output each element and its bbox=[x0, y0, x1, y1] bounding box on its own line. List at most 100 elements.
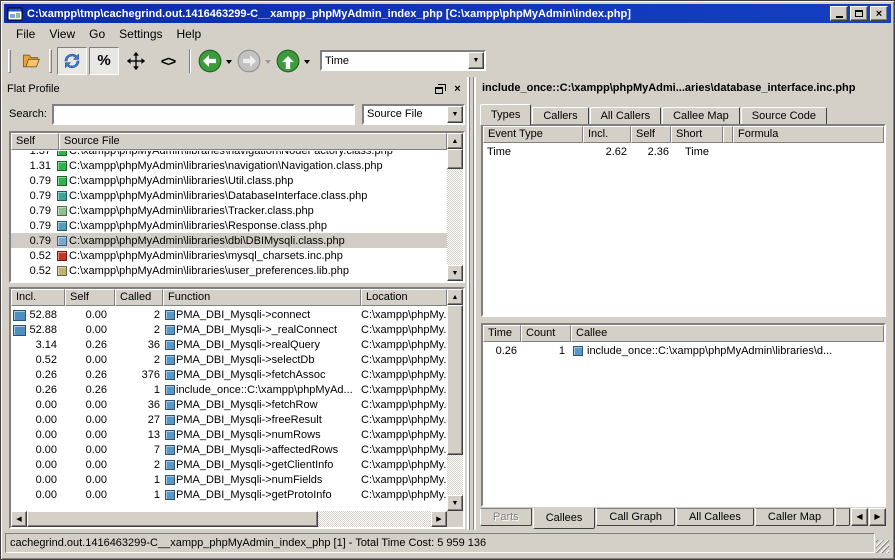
column-header-source-file[interactable]: Source File bbox=[59, 133, 447, 150]
function-name-cell: PMA_DBI_Mysqli->_realConnect bbox=[163, 324, 361, 336]
close-button[interactable]: × bbox=[870, 6, 888, 21]
tab-all-callees[interactable]: All Callees bbox=[676, 508, 754, 526]
column-header-incl[interactable]: Incl. bbox=[583, 126, 631, 143]
source-list-vscrollbar[interactable]: ▲ ▼ bbox=[447, 133, 463, 281]
column-header-location[interactable]: Location bbox=[361, 289, 447, 306]
source-file-row[interactable]: 0.79C:\xampp\phpMyAdmin\libraries\Respon… bbox=[11, 218, 447, 233]
tab-machine[interactable]: Machine bbox=[835, 508, 850, 526]
function-row[interactable]: 0.000.002PMA_DBI_Mysqli->getClientInfoC:… bbox=[11, 457, 447, 472]
scroll-up-icon[interactable]: ▲ bbox=[447, 133, 463, 149]
scroll-down-icon[interactable]: ▼ bbox=[447, 495, 463, 511]
scroll-left-icon[interactable]: ◀ bbox=[11, 511, 27, 527]
function-row[interactable]: 0.000.0027PMA_DBI_Mysqli->freeResultC:\x… bbox=[11, 412, 447, 427]
callee-row[interactable]: 0.261include_once::C:\xampp\phpMyAdmin\l… bbox=[483, 343, 884, 359]
tab-callers[interactable]: Callers bbox=[532, 107, 588, 125]
column-header-incl[interactable]: Incl. bbox=[11, 289, 65, 306]
resize-grip-icon[interactable] bbox=[876, 540, 889, 553]
function-row[interactable]: 0.000.0036PMA_DBI_Mysqli->fetchRowC:\xam… bbox=[11, 397, 447, 412]
reload-button[interactable] bbox=[57, 47, 87, 75]
function-table-hscrollbar[interactable]: ◀ ▶ bbox=[11, 511, 447, 527]
menu-settings[interactable]: Settings bbox=[113, 25, 168, 43]
back-button[interactable] bbox=[197, 48, 223, 74]
panel-splitter[interactable] bbox=[467, 77, 476, 530]
source-file-row[interactable]: 0.79C:\xampp\phpMyAdmin\libraries\Util.c… bbox=[11, 173, 447, 188]
function-name-cell: PMA_DBI_Mysqli->realQuery bbox=[163, 339, 361, 351]
group-by-select[interactable]: Source File ▼ bbox=[362, 104, 465, 125]
scroll-track[interactable] bbox=[447, 305, 463, 495]
function-row[interactable]: 0.000.001PMA_DBI_Mysqli->getProtoInfoC:\… bbox=[11, 487, 447, 502]
menu-help[interactable]: Help bbox=[171, 25, 208, 43]
tab-scroll-left-icon[interactable]: ◀ bbox=[851, 508, 868, 526]
source-file-row[interactable]: 0.79C:\xampp\phpMyAdmin\libraries\Databa… bbox=[11, 188, 447, 203]
tab-callee-map[interactable]: Callee Map bbox=[662, 107, 740, 125]
group-by-dropdown-icon[interactable]: ▼ bbox=[447, 106, 463, 123]
tab-caller-map[interactable]: Caller Map bbox=[755, 508, 834, 526]
column-header-self[interactable]: Self bbox=[631, 126, 671, 143]
menu-go[interactable]: Go bbox=[83, 25, 111, 43]
tab-callees[interactable]: Callees bbox=[533, 508, 596, 529]
dock-header: Flat Profile × bbox=[7, 80, 465, 98]
scroll-thumb[interactable] bbox=[27, 511, 318, 527]
source-file-row[interactable]: 0.52C:\xampp\phpMyAdmin\libraries\user_p… bbox=[11, 263, 447, 278]
source-file-row[interactable]: 1.37C:\xampp\phpMyAdmin\libraries\naviga… bbox=[11, 151, 447, 158]
back-dropdown-icon[interactable] bbox=[226, 60, 232, 67]
tab-types[interactable]: Types bbox=[480, 104, 531, 125]
function-row[interactable]: 3.140.2636PMA_DBI_Mysqli->realQueryC:\xa… bbox=[11, 337, 447, 352]
scroll-down-icon[interactable]: ▼ bbox=[447, 265, 463, 281]
scroll-up-icon[interactable]: ▲ bbox=[447, 289, 463, 305]
scroll-right-icon[interactable]: ▶ bbox=[431, 511, 447, 527]
minimize-button[interactable] bbox=[830, 6, 848, 21]
search-input[interactable] bbox=[52, 104, 355, 125]
tab-scroll-right-icon[interactable]: ▶ bbox=[869, 508, 886, 526]
dock-float-button[interactable] bbox=[432, 82, 447, 96]
toolbar-handle[interactable] bbox=[8, 49, 11, 73]
title-bar[interactable]: C:\xampp\tmp\cachegrind.out.1416463299-C… bbox=[4, 4, 891, 23]
toolbar-handle-2[interactable] bbox=[49, 49, 52, 73]
function-row[interactable]: 0.260.261include_once::C:\xampp\phpMyAd.… bbox=[11, 382, 447, 397]
column-header-formula[interactable]: Formula bbox=[733, 126, 884, 143]
source-file-row[interactable]: 1.31C:\xampp\phpMyAdmin\libraries\naviga… bbox=[11, 158, 447, 173]
dock-close-button[interactable]: × bbox=[450, 82, 465, 96]
scroll-thumb[interactable] bbox=[447, 305, 463, 455]
function-row[interactable]: 0.000.0013PMA_DBI_Mysqli->numRowsC:\xamp… bbox=[11, 427, 447, 442]
source-file-row[interactable]: 0.52C:\xampp\phpMyAdmin\libraries\mysql_… bbox=[11, 248, 447, 263]
event-type-select[interactable]: Time ▼ bbox=[320, 50, 486, 71]
column-header-self[interactable]: Self bbox=[11, 133, 59, 150]
maximize-button[interactable] bbox=[850, 6, 868, 21]
percent-toggle-button[interactable]: % bbox=[89, 47, 119, 75]
column-header-spacer bbox=[723, 126, 733, 143]
up-dropdown-icon[interactable] bbox=[304, 60, 310, 67]
column-header-called[interactable]: Called bbox=[115, 289, 163, 306]
event-type-dropdown-icon[interactable]: ▼ bbox=[468, 52, 484, 69]
scroll-track[interactable] bbox=[447, 149, 463, 265]
scroll-thumb[interactable] bbox=[447, 149, 463, 169]
source-file-row[interactable]: 0.79C:\xampp\phpMyAdmin\libraries\Tracke… bbox=[11, 203, 447, 218]
open-file-button[interactable] bbox=[16, 47, 46, 75]
up-button[interactable] bbox=[275, 48, 301, 74]
function-table-vscrollbar[interactable]: ▲ ▼ bbox=[447, 289, 463, 511]
function-row[interactable]: 0.000.001PMA_DBI_Mysqli->numFieldsC:\xam… bbox=[11, 472, 447, 487]
function-row[interactable]: 0.520.002PMA_DBI_Mysqli->selectDbC:\xamp… bbox=[11, 352, 447, 367]
event-type-row[interactable]: Time2.622.36Time bbox=[483, 144, 884, 159]
source-file-row[interactable]: 0.79C:\xampp\phpMyAdmin\libraries\dbi\DB… bbox=[11, 233, 447, 248]
column-header-short[interactable]: Short bbox=[671, 126, 723, 143]
column-header-self[interactable]: Self bbox=[65, 289, 115, 306]
expand-mode-button[interactable] bbox=[121, 47, 151, 75]
tab-all-callers[interactable]: All Callers bbox=[590, 107, 662, 125]
function-row[interactable]: 52.880.002PMA_DBI_Mysqli->connectC:\xamp… bbox=[11, 307, 447, 322]
tab-call-graph[interactable]: Call Graph bbox=[596, 508, 675, 526]
menu-view[interactable]: View bbox=[43, 25, 81, 43]
column-header-function[interactable]: Function bbox=[163, 289, 361, 306]
shorten-templates-button[interactable]: <> bbox=[153, 47, 183, 75]
column-header-event-type[interactable]: Event Type bbox=[483, 126, 583, 143]
column-header-callee[interactable]: Callee bbox=[571, 325, 884, 342]
tab-source-code[interactable]: Source Code bbox=[741, 107, 827, 125]
scroll-track[interactable] bbox=[27, 511, 431, 527]
menu-file[interactable]: File bbox=[10, 25, 41, 43]
column-header-count[interactable]: Count bbox=[521, 325, 571, 342]
self-cost-value: 0.79 bbox=[11, 205, 51, 217]
function-row[interactable]: 0.260.26376PMA_DBI_Mysqli->fetchAssocC:\… bbox=[11, 367, 447, 382]
column-header-time[interactable]: Time bbox=[483, 325, 521, 342]
function-row[interactable]: 0.000.007PMA_DBI_Mysqli->affectedRowsC:\… bbox=[11, 442, 447, 457]
function-row[interactable]: 52.880.002PMA_DBI_Mysqli->_realConnectC:… bbox=[11, 322, 447, 337]
